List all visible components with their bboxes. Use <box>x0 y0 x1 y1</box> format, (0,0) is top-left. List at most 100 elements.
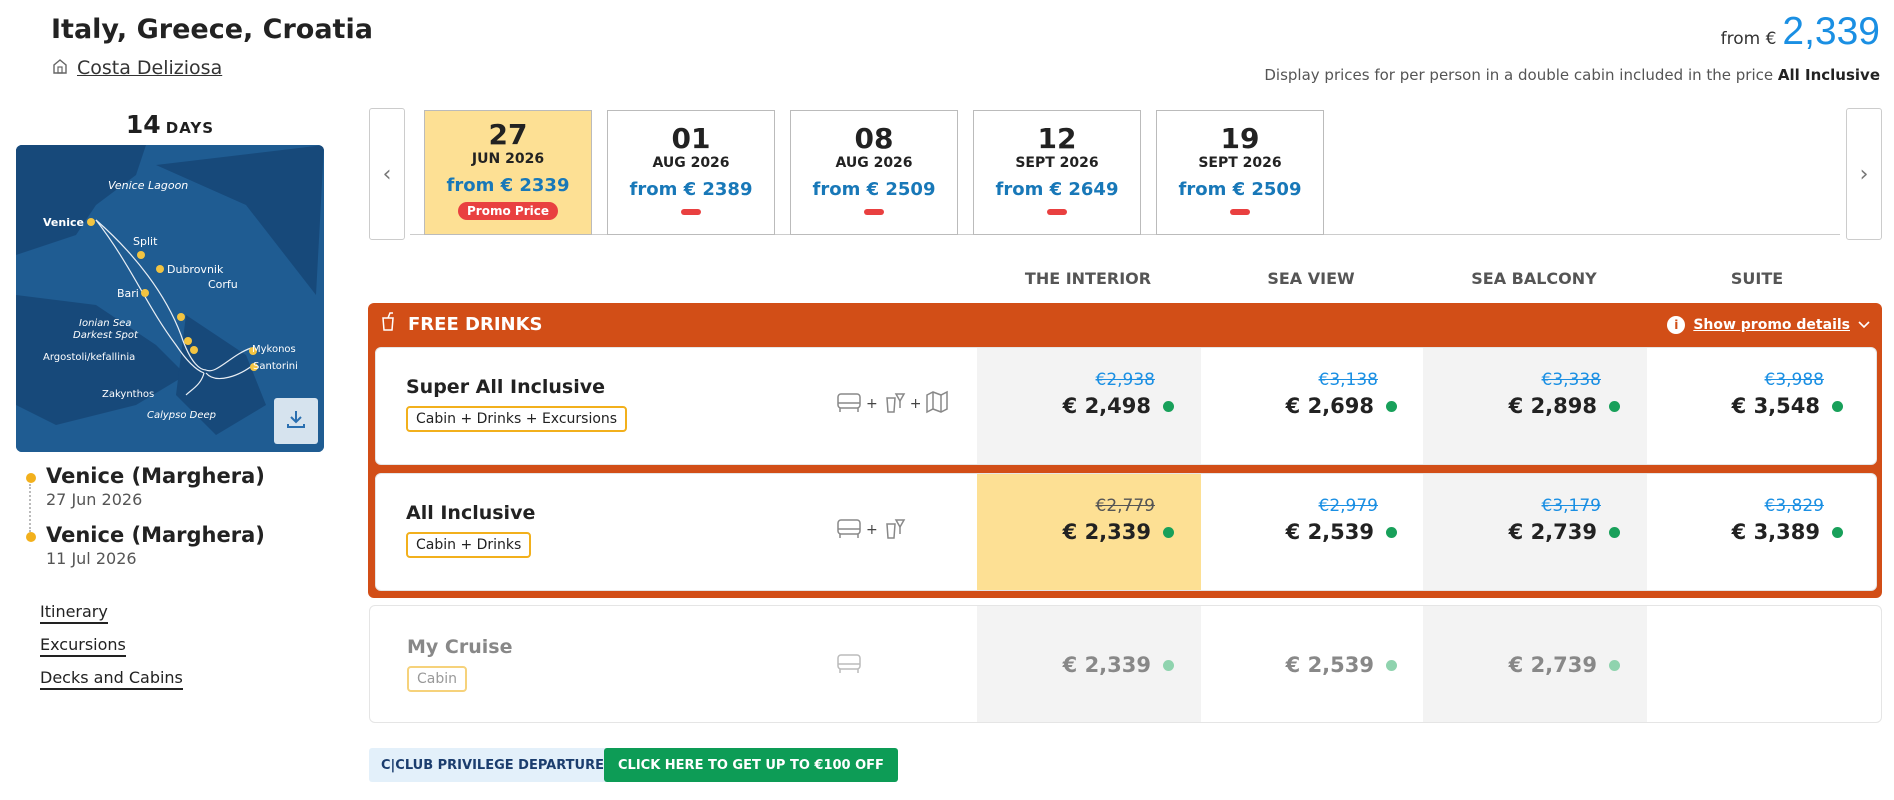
drinks-icon <box>882 516 906 544</box>
duration-number: 14 <box>125 110 161 139</box>
promo-price-badge: Promo Price <box>458 202 558 220</box>
promo-header: FREE DRINKS i Show promo details <box>368 303 1882 346</box>
itinerary-link[interactable]: Itinerary <box>40 602 108 624</box>
carousel-prev-button[interactable]: ‹ <box>369 108 405 240</box>
drink-cup-icon <box>380 312 396 337</box>
package-icons <box>836 652 862 678</box>
date-price: from € 2389 <box>629 179 753 200</box>
club-privilege-button[interactable]: C|CLUB PRIVILEGE DEPARTURES <box>369 748 626 782</box>
port-dot <box>26 532 36 542</box>
promo-title: FREE DRINKS <box>380 312 543 337</box>
map-label-mykonos: Mykonos <box>252 344 296 355</box>
ship-icon <box>51 57 69 79</box>
bed-icon <box>836 652 862 678</box>
price-cell-sea-view[interactable]: €3,138 € 2,698 <box>1200 348 1424 464</box>
date-option[interactable]: 12 SEPT 2026 from € 2649 <box>973 110 1141 235</box>
date-month: AUG 2026 <box>652 155 730 171</box>
show-promo-details-button[interactable]: i Show promo details <box>1667 315 1870 334</box>
discount-offer-button[interactable]: CLICK HERE TO GET UP TO €100 OFF <box>604 748 898 782</box>
availability-dot <box>1609 401 1620 412</box>
current-price: € 2,898 <box>1508 394 1597 418</box>
package-row-all-inclusive[interactable]: All Inclusive Cabin + Drinks + €2,779 € … <box>375 473 1877 591</box>
current-price: € 2,498 <box>1062 394 1151 418</box>
current-price: € 2,339 <box>1062 520 1151 544</box>
date-price: from € 2509 <box>812 179 936 200</box>
package-row-my-cruise[interactable]: My Cruise Cabin € 2,339 € 2,539 € 2,739 <box>369 605 1882 723</box>
date-option[interactable]: 01 AUG 2026 from € 2389 <box>607 110 775 235</box>
current-price: € 2,539 <box>1285 653 1374 677</box>
date-day: 27 <box>488 118 528 151</box>
drinks-icon <box>882 390 906 418</box>
date-day: 12 <box>1037 122 1077 155</box>
price-cell-sea-balcony[interactable]: €3,179 € 2,739 <box>1423 474 1647 590</box>
package-icons: + + <box>836 390 949 418</box>
category-header-interior: THE INTERIOR <box>1024 269 1152 288</box>
map-label-split: Split <box>133 235 158 248</box>
date-month: SEPT 2026 <box>1015 155 1099 171</box>
from-price-value: 2,339 <box>1782 10 1880 53</box>
ship-name: Costa Deliziosa <box>77 57 223 79</box>
availability-dot <box>1163 660 1174 671</box>
package-tag: Cabin + Drinks + Excursions <box>406 406 628 432</box>
package-name: All Inclusive <box>406 502 536 524</box>
date-day: 19 <box>1220 122 1260 155</box>
original-price: €3,179 <box>1541 496 1601 516</box>
price-cell-interior[interactable]: € 2,339 <box>977 606 1201 722</box>
map-label-ionian-sea: Ionian Sea <box>79 318 131 329</box>
chevron-left-icon: ‹ <box>382 161 392 187</box>
show-promo-details-label: Show promo details <box>1693 316 1850 333</box>
map-label-argostoli: Argostoli/kefallinia <box>43 352 135 363</box>
availability-dot <box>1163 527 1174 538</box>
original-price: €2,979 <box>1318 496 1378 516</box>
package-name: My Cruise <box>407 636 513 658</box>
date-price: from € 2339 <box>446 175 570 196</box>
map-label-corfu: Corfu <box>208 278 238 291</box>
price-cell-sea-balcony[interactable]: €3,338 € 2,898 <box>1423 348 1647 464</box>
departure-port: Venice (Marghera) 27 Jun 2026 <box>26 464 265 509</box>
from-price-label: from € <box>1720 29 1777 49</box>
original-price: €2,938 <box>1095 370 1155 390</box>
original-price: €3,138 <box>1318 370 1378 390</box>
price-cell-interior[interactable]: €2,938 € 2,498 <box>977 348 1201 464</box>
date-option-selected[interactable]: 27 JUN 2026 from € 2339 Promo Price <box>424 110 592 235</box>
current-price: € 2,698 <box>1285 394 1374 418</box>
price-cell-sea-balcony[interactable]: € 2,739 <box>1423 606 1647 722</box>
package-tag: Cabin + Drinks <box>406 532 532 558</box>
download-map-button[interactable] <box>274 398 318 444</box>
chevron-down-icon <box>1858 317 1870 333</box>
info-icon: i <box>1667 315 1686 334</box>
decks-cabins-link[interactable]: Decks and Cabins <box>40 668 183 690</box>
price-cell-suite[interactable]: €3,829 € 3,389 <box>1646 474 1870 590</box>
status-dash <box>1230 209 1250 215</box>
availability-dot <box>1609 527 1620 538</box>
excursions-link[interactable]: Excursions <box>40 635 126 657</box>
price-cell-sea-view[interactable]: €2,979 € 2,539 <box>1200 474 1424 590</box>
price-note: Display prices for per person in a doubl… <box>1264 66 1880 84</box>
price-cell-suite[interactable]: €3,988 € 3,548 <box>1646 348 1870 464</box>
availability-dot <box>1386 401 1397 412</box>
port-date: 11 Jul 2026 <box>46 549 137 568</box>
price-cell-interior-selected[interactable]: €2,779 € 2,339 <box>977 474 1201 590</box>
download-icon <box>284 407 308 435</box>
availability-dot <box>1386 660 1397 671</box>
status-dash <box>681 209 701 215</box>
date-day: 01 <box>671 122 711 155</box>
category-header-sea-view: SEA VIEW <box>1267 269 1355 288</box>
package-name: Super All Inclusive <box>406 376 606 398</box>
map-label-darkest-spot: Darkest Spot <box>73 330 139 341</box>
date-option[interactable]: 08 AUG 2026 from € 2509 <box>790 110 958 235</box>
price-cell-sea-view[interactable]: € 2,539 <box>1200 606 1424 722</box>
ship-link[interactable]: Costa Deliziosa <box>51 57 222 79</box>
cruise-links: Itinerary Excursions Decks and Cabins <box>40 602 183 701</box>
availability-dot <box>1832 401 1843 412</box>
package-row-super-all-inclusive[interactable]: Super All Inclusive Cabin + Drinks + Exc… <box>375 347 1877 465</box>
carousel-next-button[interactable]: › <box>1846 108 1882 240</box>
arrival-port: Venice (Marghera) 11 Jul 2026 <box>26 523 265 568</box>
package-icons: + <box>836 516 906 544</box>
category-header-suite: SUITE <box>1730 269 1784 288</box>
original-price: €3,829 <box>1764 496 1824 516</box>
package-tag: Cabin <box>407 666 468 692</box>
category-header-sea-balcony: SEA BALCONY <box>1471 269 1597 288</box>
date-option[interactable]: 19 SEPT 2026 from € 2509 <box>1156 110 1324 235</box>
date-month: SEPT 2026 <box>1198 155 1282 171</box>
